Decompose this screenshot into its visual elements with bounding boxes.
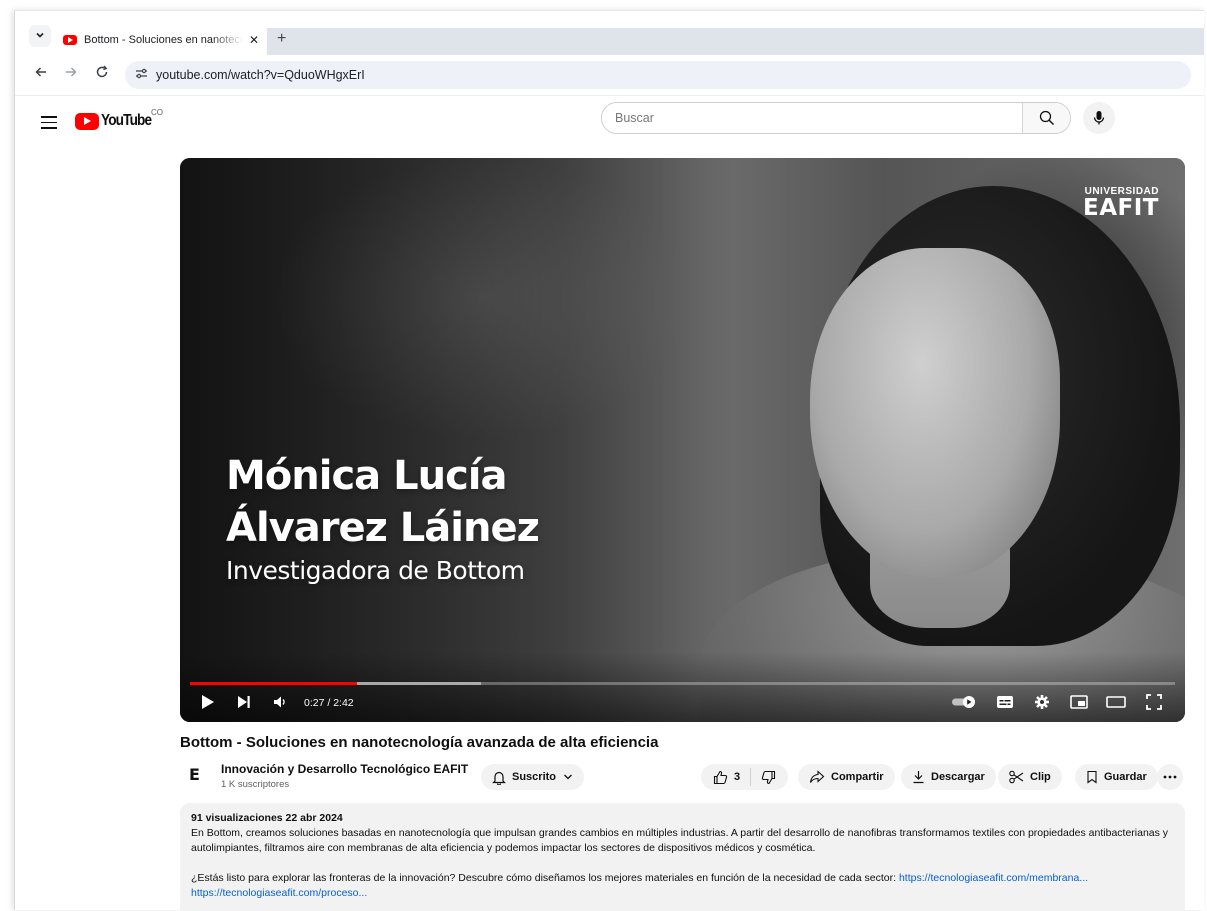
tab-strip-background <box>267 28 1204 55</box>
save-button[interactable]: Guardar <box>1075 764 1158 790</box>
progress-bar[interactable] <box>190 682 1175 685</box>
search-icon <box>1039 110 1054 125</box>
arrow-left-icon <box>35 67 46 77</box>
brand-main-text: EAFIT <box>1083 195 1159 221</box>
address-bar[interactable]: youtube.com/watch?v=QduoWHgxErI <box>125 61 1191 89</box>
youtube-logo[interactable]: YouTube <box>75 112 160 130</box>
channel-avatar[interactable]: E <box>189 767 203 783</box>
download-label: Descargar <box>931 771 985 783</box>
voice-search-button[interactable] <box>1083 102 1115 134</box>
forward-button[interactable] <box>61 65 81 82</box>
description-box[interactable]: 91 visualizaciones 22 abr 2024 En Bottom… <box>180 803 1185 910</box>
skip-next-icon <box>238 696 250 708</box>
share-label: Compartir <box>831 771 884 783</box>
video-player[interactable]: UNIVERSIDAD EAFIT Mónica Lucía Álvarez L… <box>180 158 1185 722</box>
like-dislike-group: 3 <box>701 764 789 790</box>
new-tab-button[interactable]: + <box>277 30 286 48</box>
youtube-favicon-icon <box>63 35 77 45</box>
download-icon <box>912 770 925 784</box>
video-subject-face <box>810 248 1060 578</box>
search-input[interactable] <box>602 103 1022 133</box>
fullscreen-icon <box>1146 694 1162 710</box>
settings-button[interactable] <box>1030 691 1054 713</box>
back-button[interactable] <box>31 65 51 82</box>
description-meta: 91 visualizaciones 22 abr 2024 <box>191 812 343 824</box>
description-paragraph-1: En Bottom, creamos soluciones basadas en… <box>191 827 1169 854</box>
miniplayer-button[interactable] <box>1067 691 1091 713</box>
subtitles-icon <box>997 696 1013 708</box>
subscribed-label: Suscrito <box>512 771 557 783</box>
subscribed-button[interactable]: Suscrito <box>481 764 585 790</box>
description-link-2[interactable]: https://tecnologiaseafit.com/proceso... <box>191 886 1174 901</box>
description-link-1[interactable]: https://tecnologiaseafit.com/membrana... <box>899 872 1088 884</box>
time-display: 0:27 / 2:42 <box>304 697 354 709</box>
chevron-down-icon <box>563 773 573 781</box>
volume-button[interactable] <box>270 691 290 713</box>
like-count: 3 <box>734 771 741 783</box>
tab-search-button[interactable] <box>29 25 51 47</box>
autoplay-toggle-icon <box>952 696 975 708</box>
description-paragraph-2-text: ¿Estás listo para explorar las fronteras… <box>191 872 899 884</box>
share-icon <box>809 770 825 784</box>
progress-played <box>190 682 358 685</box>
tab-close-icon[interactable]: ✕ <box>249 33 259 47</box>
url-text: youtube.com/watch?v=QduoWHgxErI <box>156 68 365 82</box>
bookmark-icon <box>1086 770 1098 784</box>
play-icon <box>202 695 214 709</box>
youtube-play-logo-icon <box>75 112 99 130</box>
save-label: Guardar <box>1104 771 1147 783</box>
share-button[interactable]: Compartir <box>798 764 895 790</box>
next-button[interactable] <box>234 691 254 713</box>
youtube-header: YouTube CO <box>15 95 1204 145</box>
gear-icon <box>1035 695 1049 709</box>
reload-icon <box>96 65 108 78</box>
clip-button[interactable]: Clip <box>998 764 1062 790</box>
lower-third-role: Investigadora de Bottom <box>226 556 525 585</box>
bell-icon <box>492 770 506 785</box>
site-settings-icon[interactable] <box>135 68 148 82</box>
menu-icon[interactable] <box>41 116 57 129</box>
miniplayer-icon <box>1070 695 1088 709</box>
chevron-down-icon <box>35 30 45 43</box>
search-box <box>601 102 1071 134</box>
browser-tab-active[interactable]: Bottom - Soluciones en nanotecnología av… <box>55 25 267 55</box>
thumbs-up-icon <box>713 770 728 784</box>
fullscreen-button[interactable] <box>1142 691 1166 713</box>
lower-third-name-line1: Mónica Lucía <box>226 453 507 499</box>
play-button[interactable] <box>198 691 218 713</box>
clip-label: Clip <box>1030 771 1051 783</box>
lower-third-name-line2: Álvarez Láinez <box>226 505 540 551</box>
theater-mode-button[interactable] <box>1104 691 1128 713</box>
scissors-icon <box>1009 770 1024 784</box>
like-button[interactable] <box>713 770 728 785</box>
microphone-icon <box>1093 111 1105 125</box>
tab-strip: Bottom - Soluciones en nanotecnología av… <box>15 11 1204 55</box>
reload-button[interactable] <box>92 65 112 82</box>
autoplay-toggle[interactable] <box>950 691 980 713</box>
tab-title: Bottom - Soluciones en nanotecnología av… <box>84 34 243 46</box>
browser-toolbar: youtube.com/watch?v=QduoWHgxErI <box>15 55 1204 95</box>
more-horizontal-icon <box>1163 775 1177 779</box>
subtitles-button[interactable] <box>993 691 1017 713</box>
download-button[interactable]: Descargar <box>901 764 996 790</box>
arrow-right-icon <box>66 67 77 77</box>
browser-window: Bottom - Soluciones en nanotecnología av… <box>14 10 1204 910</box>
channel-name[interactable]: Innovación y Desarrollo Tecnológico EAFI… <box>221 762 468 776</box>
lower-third-name: Mónica Lucía Álvarez Láinez <box>226 450 540 554</box>
subscriber-count: 1 K suscriptores <box>221 779 290 790</box>
more-actions-button[interactable] <box>1157 764 1183 790</box>
search-button[interactable] <box>1022 103 1070 133</box>
thumbs-down-icon <box>761 770 776 784</box>
eafit-watermark: UNIVERSIDAD EAFIT <box>1083 186 1159 220</box>
video-title: Bottom - Soluciones en nanotecnología av… <box>180 734 659 751</box>
country-code: CO <box>151 108 163 117</box>
dislike-button[interactable] <box>761 770 776 785</box>
theater-mode-icon <box>1106 696 1126 708</box>
description-paragraph-2: ¿Estás listo para explorar las fronteras… <box>191 871 1174 886</box>
youtube-logo-text: YouTube <box>101 112 152 129</box>
volume-icon <box>274 696 285 708</box>
